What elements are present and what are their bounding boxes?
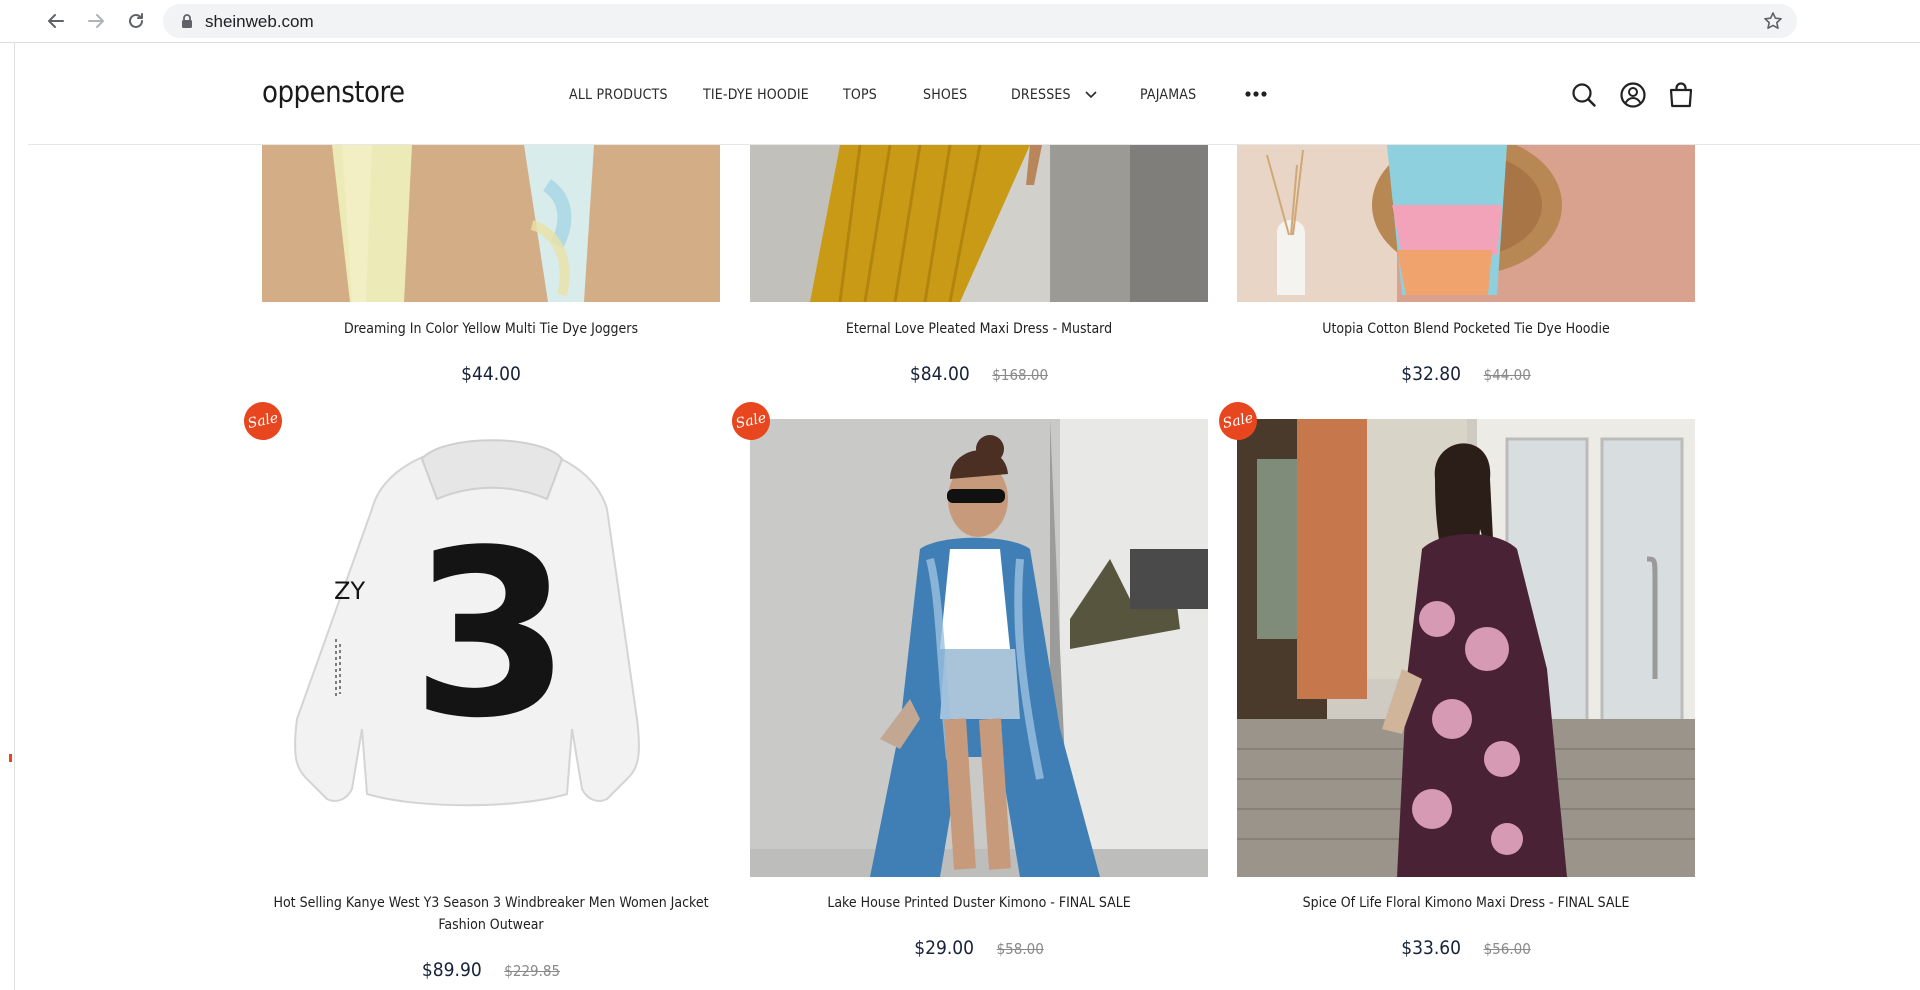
product-compare-price: $168.00 [992, 366, 1049, 384]
product-compare-price: $58.00 [996, 940, 1044, 958]
jacket-print-text: ZY [334, 577, 365, 605]
more-dots-icon[interactable] [1244, 89, 1268, 99]
product-image-tie-dye-hoodie[interactable] [1237, 145, 1695, 302]
product-title[interactable]: Eternal Love Pleated Maxi Dress - Mustar… [750, 318, 1208, 340]
product-image-duster-kimono[interactable] [750, 419, 1208, 877]
product-price: $29.00 [914, 937, 974, 959]
product-title[interactable]: Dreaming In Color Yellow Multi Tie Dye J… [262, 318, 720, 340]
nav-item-tops[interactable]: TOPS [843, 87, 877, 103]
product-prices: $44.00 [262, 363, 720, 385]
product-compare-price: $56.00 [1483, 940, 1531, 958]
nav-item-all-products[interactable]: ALL PRODUCTS [569, 87, 668, 103]
product-image-windbreaker[interactable]: 3 ZY [262, 419, 720, 877]
product-price: $33.60 [1401, 937, 1461, 959]
product-price: $89.90 [421, 959, 482, 981]
cart-icon[interactable] [1667, 81, 1695, 109]
product-image-floral-maxi-dress[interactable] [1237, 419, 1695, 877]
nav-item-pajamas[interactable]: PAJAMAS [1140, 87, 1196, 103]
product-image-joggers[interactable] [262, 145, 720, 302]
product-prices: $33.60 $56.00 [1237, 937, 1695, 959]
nav-item-shoes[interactable]: SHOES [923, 87, 967, 103]
product-grid: Dreaming In Color Yellow Multi Tie Dye J… [0, 0, 1920, 990]
search-icon[interactable] [1570, 81, 1598, 109]
nav-item-dresses-label: DRESSES [1011, 87, 1071, 103]
product-title[interactable]: Spice Of Life Floral Kimono Maxi Dress -… [1237, 892, 1695, 914]
product-image-mustard-dress[interactable] [750, 145, 1208, 302]
product-compare-price: $44.00 [1483, 366, 1531, 384]
nav-item-dresses[interactable]: DRESSES [1011, 87, 1097, 103]
product-title[interactable]: Lake House Printed Duster Kimono - FINAL… [750, 892, 1208, 914]
jacket-print-number: 3 [411, 502, 571, 769]
product-prices: $29.00 $58.00 [750, 937, 1208, 959]
product-prices: $89.90 $229.85 [262, 959, 720, 981]
account-icon[interactable] [1619, 81, 1647, 109]
product-prices: $32.80 $44.00 [1237, 363, 1695, 385]
product-title[interactable]: Hot Selling Kanye West Y3 Season 3 Windb… [262, 892, 720, 936]
nav-item-tie-dye-hoodie[interactable]: TIE-DYE HOODIE [703, 87, 809, 103]
product-compare-price: $229.85 [504, 962, 561, 980]
chevron-down-icon [1085, 91, 1097, 99]
product-price: $44.00 [461, 363, 521, 385]
site-header: oppenstore ALL PRODUCTS TIE-DYE HOODIE T… [28, 43, 1920, 145]
product-title[interactable]: Utopia Cotton Blend Pocketed Tie Dye Hoo… [1237, 318, 1695, 340]
product-price: $84.00 [909, 363, 970, 385]
product-prices: $84.00 $168.00 [750, 363, 1208, 385]
product-price: $32.80 [1401, 363, 1461, 385]
